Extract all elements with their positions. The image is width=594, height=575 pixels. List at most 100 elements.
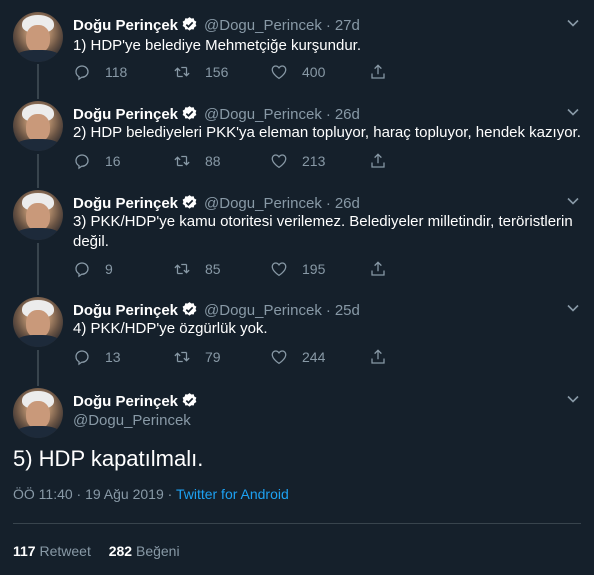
tweet-header: Doğu Perinçek @Dogu_Perincek · 25d: [73, 301, 360, 321]
retweet-stat-label: Retweet: [39, 543, 91, 559]
like-stat[interactable]: 282 Beğeni: [109, 543, 180, 559]
retweet-count: 85: [205, 261, 221, 277]
heart-icon: [271, 154, 287, 169]
author-handle[interactable]: @Dogu_Perincek: [73, 412, 191, 429]
like-count: 400: [302, 64, 326, 80]
like-count: 213: [302, 153, 326, 169]
reply-button[interactable]: 16: [73, 152, 121, 170]
tweet-time[interactable]: 27d: [335, 17, 360, 34]
author-name[interactable]: Doğu Perinçek: [73, 106, 178, 123]
retweet-count: 79: [205, 349, 221, 365]
author-handle[interactable]: @Dogu_Perincek: [204, 17, 322, 34]
separator-dot: ·: [325, 302, 331, 319]
avatar[interactable]: [13, 101, 63, 151]
retweet-button[interactable]: 156: [173, 63, 228, 81]
reply-count: 13: [105, 349, 121, 365]
like-button[interactable]: 400: [270, 63, 325, 81]
like-total: 282: [108, 543, 133, 559]
chevron-down-icon[interactable]: [566, 105, 580, 119]
author-handle[interactable]: @Dogu_Perincek: [204, 195, 322, 212]
reply-count: 9: [105, 261, 113, 277]
like-button[interactable]: 213: [270, 152, 325, 170]
tweet-text: 3) PKK/HDP'ye kamu otoritesi verilemez. …: [73, 213, 573, 250]
separator-dot: ·: [325, 17, 331, 34]
author-name[interactable]: Doğu Perinçek: [73, 195, 178, 212]
reply-count: 118: [105, 64, 128, 80]
separator-dot: ·: [325, 106, 331, 123]
thread-connector: [37, 350, 39, 386]
chevron-down-icon[interactable]: [566, 392, 580, 406]
tweet-timestamp[interactable]: ÖÖ 11:40 · 19 Ağu 2019 ·: [13, 486, 172, 502]
chevron-down-icon[interactable]: [566, 194, 580, 208]
thread-connector: [37, 243, 39, 295]
retweet-count: 88: [205, 153, 221, 169]
retweet-count: 156: [205, 64, 229, 80]
avatar[interactable]: [13, 12, 63, 62]
tweet-text: 1) HDP'ye belediye Mehmetçiğe kurşundur.: [73, 37, 362, 54]
share-icon: [371, 153, 385, 168]
thread-connector: [37, 154, 39, 188]
verified-badge-icon: [181, 392, 198, 413]
divider: [13, 523, 581, 524]
tweet-actions: 118 156 400: [73, 63, 393, 83]
author-name-row: Doğu Perinçek: [73, 392, 198, 413]
tweet-header: Doğu Perinçek @Dogu_Perincek · 26d: [73, 194, 360, 214]
verified-badge-icon: [181, 16, 198, 37]
tweet-actions: 9 85 195: [73, 260, 393, 280]
share-button[interactable]: [369, 152, 387, 170]
author-name[interactable]: Doğu Perinçek: [73, 393, 178, 410]
tweet-meta: ÖÖ 11:40 · 19 Ağu 2019 · Twitter for And…: [13, 486, 289, 502]
author-handle[interactable]: @Dogu_Perincek: [204, 106, 322, 123]
heart-icon: [271, 65, 287, 80]
tweet-time[interactable]: 25d: [335, 302, 360, 319]
retweet-stat[interactable]: 117 Retweet: [13, 543, 91, 559]
reply-count: 16: [105, 153, 121, 169]
like-button[interactable]: 195: [270, 260, 325, 278]
author-handle[interactable]: @Dogu_Perincek: [204, 302, 322, 319]
share-icon: [371, 261, 385, 276]
retweet-icon: [174, 263, 190, 275]
retweet-total: 117: [13, 543, 36, 559]
tweet-header: Doğu Perinçek @Dogu_Perincek · 27d: [73, 16, 360, 36]
source-app-link[interactable]: Twitter for Android: [176, 486, 289, 502]
retweet-button[interactable]: 79: [173, 348, 221, 366]
author-name[interactable]: Doğu Perinçek: [73, 302, 178, 319]
reply-icon: [75, 262, 89, 278]
share-button[interactable]: [369, 348, 387, 366]
share-button[interactable]: [369, 260, 387, 278]
tweet-time[interactable]: 26d: [335, 106, 360, 123]
like-stat-label: Beğeni: [135, 543, 180, 559]
tweet-text: 2) HDP belediyeleri PKK'ya eleman topluy…: [73, 124, 581, 141]
avatar[interactable]: [13, 190, 63, 240]
retweet-button[interactable]: 85: [173, 260, 221, 278]
tweet-actions: 16 88 213: [73, 152, 393, 172]
author-name[interactable]: Doğu Perinçek: [73, 17, 178, 34]
retweet-icon: [174, 66, 190, 78]
chevron-down-icon[interactable]: [566, 16, 580, 30]
like-button[interactable]: 244: [270, 348, 325, 366]
retweet-icon: [174, 155, 190, 167]
reply-icon: [75, 65, 89, 81]
retweet-icon: [174, 351, 190, 363]
reply-icon: [75, 154, 89, 170]
tweet-actions: 13 79 244: [73, 348, 393, 368]
heart-icon: [271, 262, 287, 277]
retweet-button[interactable]: 88: [173, 152, 221, 170]
share-icon: [371, 64, 385, 79]
main-tweet-text: 5) HDP kapatılmalı.: [13, 446, 204, 471]
avatar[interactable]: [13, 388, 63, 438]
avatar[interactable]: [13, 297, 63, 347]
reply-button[interactable]: 118: [73, 63, 127, 81]
thread-connector: [37, 64, 39, 99]
share-icon: [371, 349, 385, 364]
tweet-text: 4) PKK/HDP'ye özgürlük yok.: [73, 320, 268, 337]
separator-dot: ·: [325, 195, 331, 212]
tweet-time[interactable]: 26d: [335, 195, 360, 212]
tweet-header: Doğu Perinçek @Dogu_Perincek · 26d: [73, 105, 360, 125]
reply-button[interactable]: 9: [73, 260, 113, 278]
reply-button[interactable]: 13: [73, 348, 121, 366]
chevron-down-icon[interactable]: [566, 301, 580, 315]
share-button[interactable]: [369, 63, 387, 81]
like-count: 244: [302, 349, 326, 365]
reply-icon: [75, 350, 89, 366]
